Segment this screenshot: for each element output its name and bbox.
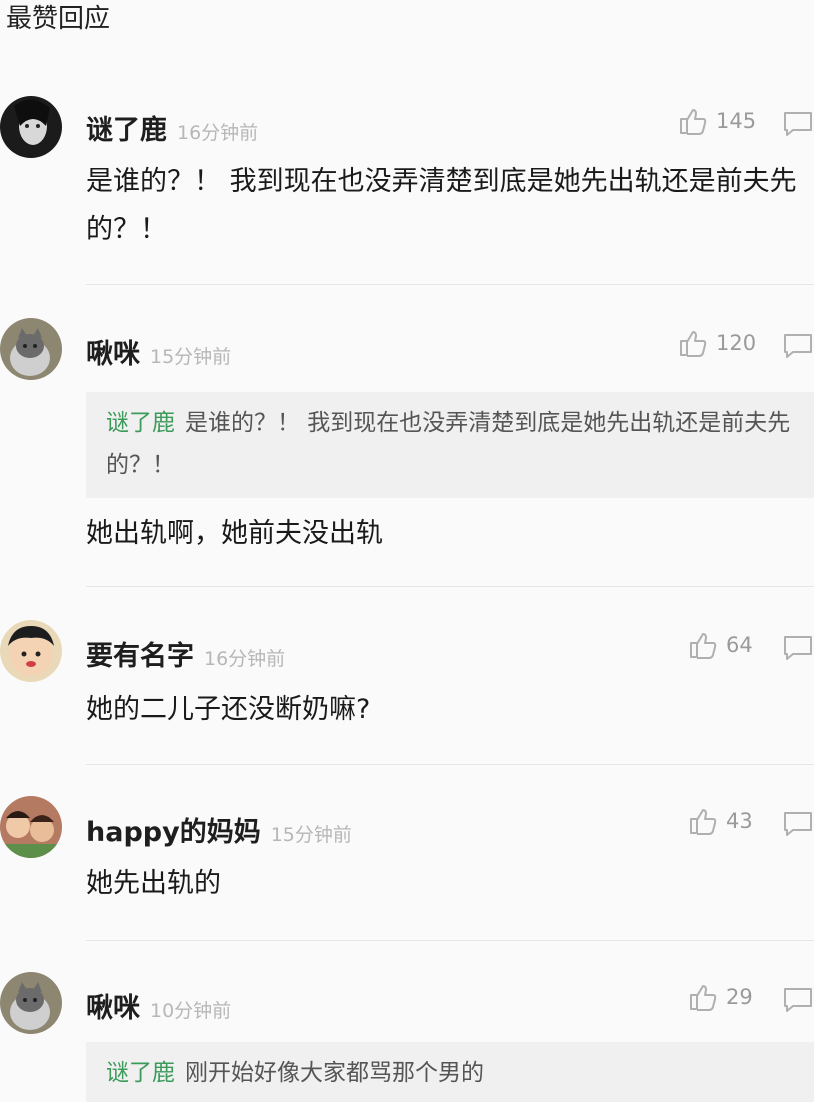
author-name[interactable]: 要有名字 16分钟前	[86, 634, 285, 673]
thumbs-up-icon	[680, 109, 707, 135]
thumbs-up-icon	[690, 809, 717, 835]
section-title: 最赞回应	[6, 4, 111, 34]
reply-button[interactable]	[782, 810, 814, 838]
comment-icon	[784, 636, 812, 660]
like-button[interactable]: 29	[688, 982, 753, 1012]
quoted-text: 是谁的？！ 我到现在也没弄清楚到底是她先出轨还是前夫先的？！	[106, 410, 791, 478]
like-button[interactable]: 120	[678, 328, 756, 358]
thumbs-up-icon	[690, 633, 717, 659]
avatar[interactable]	[0, 318, 62, 380]
comment-text: 是谁的？！ 我到现在也没弄清楚到底是她先出轨还是前夫先的？！	[86, 166, 797, 245]
divider	[86, 586, 814, 587]
comment-icon	[784, 812, 812, 836]
avatar[interactable]	[0, 796, 62, 858]
comment-icon	[784, 112, 812, 136]
comment-text: 她先出轨的	[86, 868, 221, 899]
reply-button[interactable]	[782, 986, 814, 1014]
comment-text: 她的二儿子还没断奶嘛?	[86, 694, 371, 725]
quoted-comment[interactable]: 谜了鹿 是谁的？！ 我到现在也没弄清楚到底是她先出轨还是前夫先的？！	[86, 392, 814, 498]
author-name[interactable]: 啾咪 15分钟前	[86, 332, 231, 371]
quoted-text: 刚开始好像大家都骂那个男的	[185, 1060, 484, 1086]
like-count: 64	[726, 633, 753, 657]
reply-button[interactable]	[782, 634, 814, 662]
author-name-text[interactable]: 啾咪	[86, 339, 140, 370]
like-button[interactable]: 43	[688, 806, 753, 836]
quoted-comment[interactable]: 谜了鹿 刚开始好像大家都骂那个男的	[86, 1042, 814, 1102]
timestamp: 16分钟前	[177, 122, 259, 144]
avatar[interactable]	[0, 972, 62, 1034]
quoted-author[interactable]: 谜了鹿	[106, 1060, 175, 1086]
comment-icon	[784, 988, 812, 1012]
comment-text: 她出轨啊，她前夫没出轨	[86, 518, 383, 549]
thumbs-up-icon	[680, 331, 707, 357]
divider	[86, 940, 814, 941]
comment-icon	[784, 334, 812, 358]
timestamp: 15分钟前	[150, 346, 232, 368]
author-name[interactable]: happy的妈妈 15分钟前	[86, 810, 352, 849]
reply-button[interactable]	[782, 332, 814, 360]
author-name-text[interactable]: 要有名字	[86, 641, 194, 672]
timestamp: 15分钟前	[270, 824, 352, 846]
thumbs-up-icon	[690, 985, 717, 1011]
author-name-text[interactable]: happy的妈妈	[86, 817, 261, 848]
like-count: 120	[716, 331, 757, 355]
avatar[interactable]	[0, 620, 62, 682]
reply-button[interactable]	[782, 110, 814, 138]
divider	[86, 284, 814, 285]
like-button[interactable]: 64	[688, 630, 753, 660]
avatar[interactable]	[0, 96, 62, 158]
like-button[interactable]: 145	[678, 106, 756, 136]
like-count: 29	[726, 985, 753, 1009]
author-name-text[interactable]: 谜了鹿	[86, 115, 167, 146]
author-name[interactable]: 谜了鹿 16分钟前	[86, 108, 258, 147]
author-name[interactable]: 啾咪 10分钟前	[86, 986, 231, 1025]
like-count: 145	[716, 109, 757, 133]
divider	[86, 764, 814, 765]
timestamp: 16分钟前	[204, 648, 286, 670]
quoted-author[interactable]: 谜了鹿	[106, 410, 175, 436]
like-count: 43	[726, 809, 753, 833]
timestamp: 10分钟前	[150, 1000, 232, 1022]
author-name-text[interactable]: 啾咪	[86, 993, 140, 1024]
